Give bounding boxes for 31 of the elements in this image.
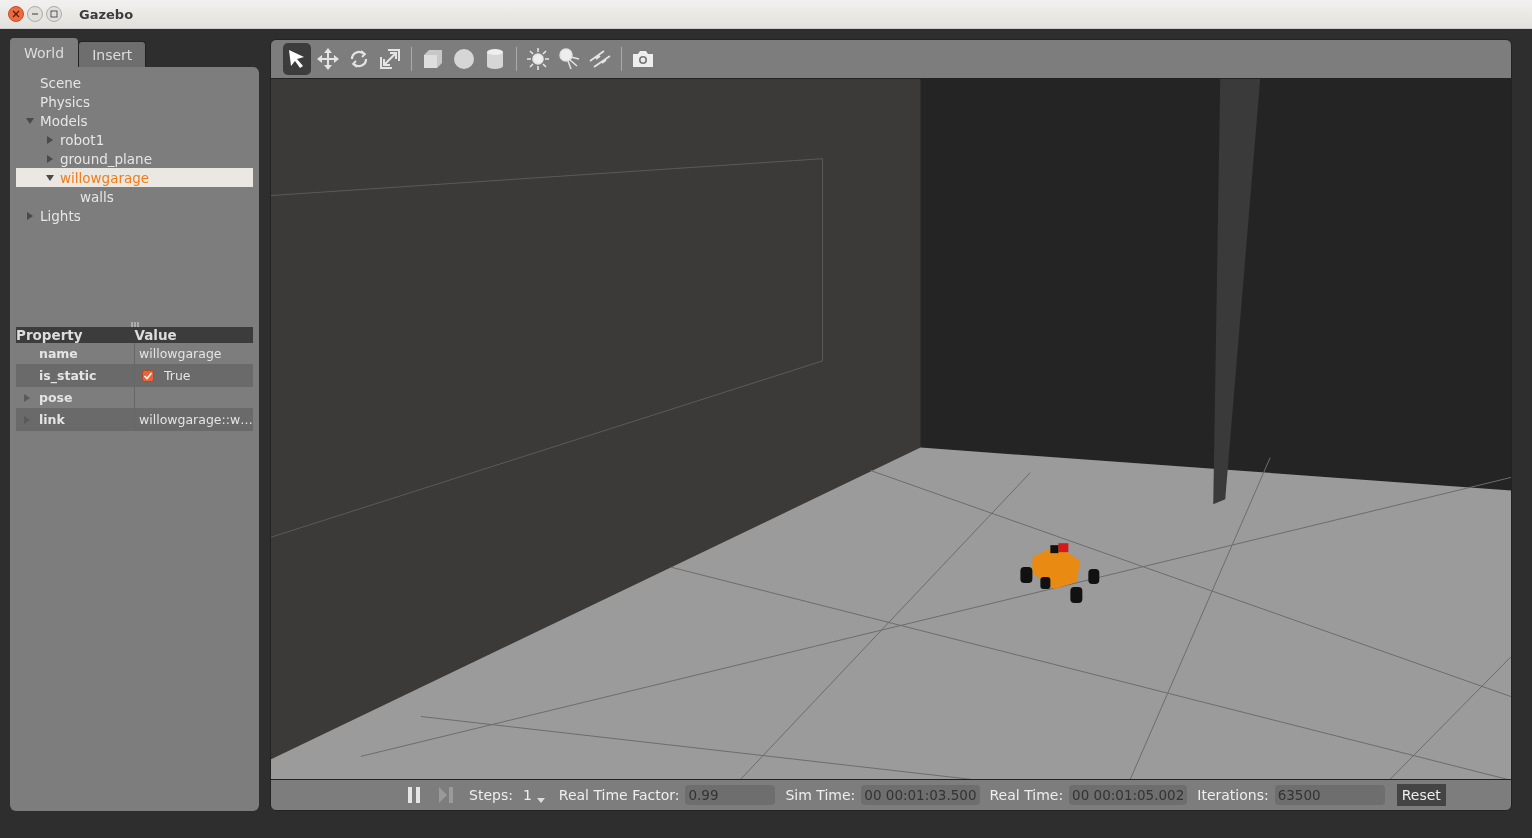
property-name: name xyxy=(39,346,78,361)
property-name: is_static xyxy=(39,368,97,383)
field-label: Real Time: xyxy=(989,787,1064,804)
property-value: willowgarage::w… xyxy=(139,412,253,427)
readout-field: 00 00:01:03.500 xyxy=(861,785,980,806)
readout-field: 00 00:01:05.002 xyxy=(1069,785,1188,806)
tree-item[interactable]: Lights xyxy=(16,206,253,225)
tree-item[interactable]: ground_plane xyxy=(16,149,253,168)
tree-item[interactable]: robot1 xyxy=(16,130,253,149)
property-value: True xyxy=(164,368,191,383)
readout-field: 63500 xyxy=(1274,785,1385,806)
column-header: Property xyxy=(16,327,84,343)
tab[interactable]: Insert xyxy=(78,41,147,67)
readout-field: 0.99 xyxy=(685,785,776,806)
tree-item[interactable]: willowgarage xyxy=(16,168,253,187)
tree-item[interactable]: Scene xyxy=(16,73,253,92)
tree-item[interactable]: walls xyxy=(16,187,253,206)
tree-item[interactable]: Physics xyxy=(16,92,253,111)
field-label: Iterations: xyxy=(1197,787,1269,804)
field-label: Real Time Factor: xyxy=(558,787,680,804)
reset-button[interactable]: Reset xyxy=(1396,784,1446,807)
property-name: pose xyxy=(39,390,73,405)
steps-label: Steps: xyxy=(469,787,513,804)
property-value: willowgarage xyxy=(139,346,222,361)
steps-spinbox[interactable]: 1 xyxy=(518,787,549,804)
tab[interactable]: World xyxy=(10,38,79,67)
tree-item[interactable]: Models xyxy=(16,111,253,130)
property-name: link xyxy=(39,412,65,427)
column-header: Value xyxy=(134,327,178,343)
field-label: Sim Time: xyxy=(785,787,856,804)
window-title: Gazebo xyxy=(79,6,134,22)
